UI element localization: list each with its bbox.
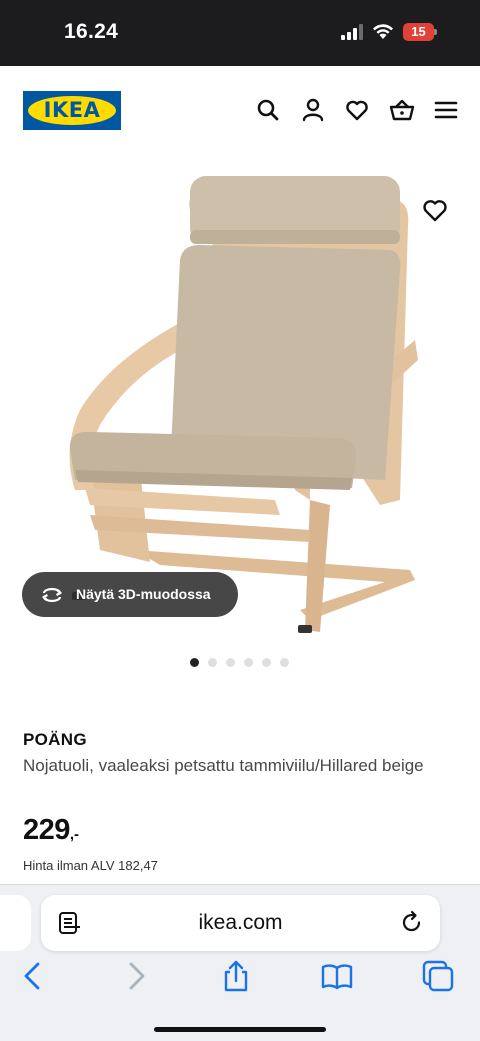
carousel-dot[interactable] bbox=[208, 658, 217, 667]
rotate-3d-icon bbox=[42, 587, 62, 603]
home-indicator[interactable] bbox=[154, 1027, 326, 1032]
share-icon[interactable] bbox=[219, 959, 253, 993]
product-image-poang-chair[interactable] bbox=[40, 170, 440, 640]
price-suffix: ,- bbox=[69, 826, 80, 843]
carousel-dot[interactable] bbox=[190, 658, 199, 667]
wifi-icon bbox=[373, 24, 393, 39]
forward-icon[interactable] bbox=[119, 959, 153, 993]
view-3d-button[interactable]: Näytä 3D-muodossa bbox=[22, 572, 238, 617]
status-time: 16.24 bbox=[64, 20, 119, 43]
product-description: Nojatuoli, vaaleaksi petsattu tammiviilu… bbox=[23, 756, 424, 775]
product-price: 229,- bbox=[23, 814, 79, 847]
tabs-icon[interactable] bbox=[421, 959, 455, 993]
carousel-dot[interactable] bbox=[226, 658, 235, 667]
browser-toolbar: ikea.com bbox=[0, 884, 480, 1041]
carousel-dot[interactable] bbox=[262, 658, 271, 667]
address-bar[interactable]: ikea.com bbox=[41, 895, 440, 951]
price-excluding-vat: Hinta ilman ALV 182,47 bbox=[23, 858, 158, 873]
logo-text: IKEA bbox=[43, 98, 101, 122]
carousel-dot[interactable] bbox=[244, 658, 253, 667]
image-carousel-dots[interactable] bbox=[190, 658, 290, 668]
site-header: IKEA bbox=[0, 66, 480, 156]
bookmarks-icon[interactable] bbox=[320, 959, 354, 993]
product-info: POÄNG Nojatuoli, vaaleaksi petsattu tamm… bbox=[23, 728, 463, 873]
view-3d-label: Näytä 3D-muodossa bbox=[76, 586, 211, 602]
previous-tab-preview[interactable] bbox=[0, 895, 31, 951]
heart-icon[interactable] bbox=[344, 97, 370, 123]
price-integer: 229 bbox=[23, 814, 70, 846]
status-bar: 16.24 15 bbox=[0, 0, 480, 66]
battery-level: 15 bbox=[411, 24, 426, 39]
product-name: POÄNG bbox=[23, 730, 87, 749]
url-text[interactable]: ikea.com bbox=[41, 895, 440, 951]
menu-icon[interactable] bbox=[433, 97, 459, 123]
product-gallery[interactable]: Näytä 3D-muodossa bbox=[0, 156, 480, 686]
carousel-dot[interactable] bbox=[280, 658, 289, 667]
user-icon[interactable] bbox=[300, 97, 326, 123]
reload-icon[interactable] bbox=[399, 910, 424, 935]
favourite-heart-outline-icon[interactable] bbox=[421, 197, 449, 223]
back-icon[interactable] bbox=[16, 959, 50, 993]
shopping-bag-icon[interactable] bbox=[389, 97, 415, 123]
ikea-logo[interactable]: IKEA bbox=[23, 91, 121, 130]
search-icon[interactable] bbox=[255, 97, 281, 123]
cellular-signal-icon bbox=[341, 24, 363, 40]
battery-indicator: 15 bbox=[403, 23, 437, 41]
